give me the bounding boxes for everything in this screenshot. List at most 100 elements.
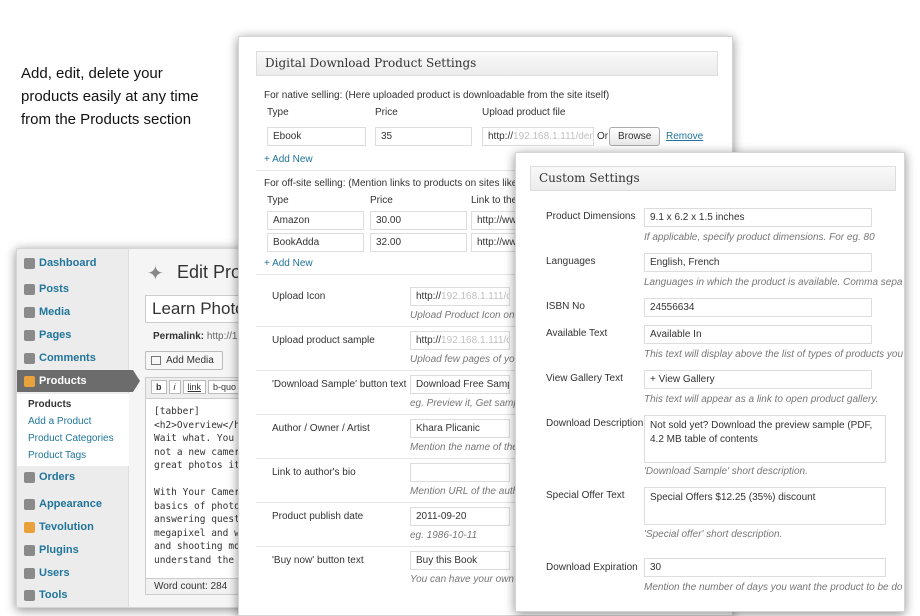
url-prefix: http:// <box>416 291 442 302</box>
available-text-hint: This text will display above the list of… <box>644 349 904 360</box>
media-icon <box>151 356 161 365</box>
col-upload: Upload product file <box>482 107 566 118</box>
available-text-input[interactable]: Available In <box>644 325 872 344</box>
menu-label: Tools <box>39 589 68 601</box>
wp-admin-screenshot: Dashboard Posts Media Pages Comments Pro… <box>16 248 266 608</box>
download-expiration-label: Download Expiration <box>546 562 638 573</box>
menu-orders[interactable]: Orders <box>17 466 129 488</box>
publish-date-input[interactable]: 2011-09-20 <box>410 507 510 526</box>
special-offer-input[interactable]: Special Offers $12.25 (35%) discount <box>644 487 886 525</box>
menu-pages[interactable]: Pages <box>17 324 129 346</box>
pushpin-icon: ✦ <box>147 263 164 285</box>
menu-posts[interactable]: Posts <box>17 278 129 300</box>
author-bio-input[interactable] <box>410 463 510 482</box>
caption-line: from the Products section <box>21 111 192 128</box>
upload-sample-input[interactable]: http://192.168.1.111/dem <box>410 331 510 350</box>
menu-plugins[interactable]: Plugins <box>17 539 129 561</box>
upload-sample-label: Upload product sample <box>272 335 375 346</box>
bold-button[interactable]: b <box>151 380 167 394</box>
menu-tevolution[interactable]: Tevolution <box>17 516 129 538</box>
offsite-price-input[interactable]: 30.00 <box>370 211 467 230</box>
star-icon <box>24 376 35 387</box>
italic-button[interactable]: i <box>168 380 181 394</box>
dimensions-input[interactable]: 9.1 x 6.2 x 1.5 inches <box>644 208 872 227</box>
link-button[interactable]: link <box>182 380 207 394</box>
col-type: Type <box>267 195 289 206</box>
media-icon <box>24 307 35 318</box>
blockquote-button[interactable]: b-quo <box>208 380 242 394</box>
custom-settings-panel: Custom Settings Product Dimensions 9.1 x… <box>515 152 905 612</box>
submenu-products[interactable]: Products <box>17 396 129 413</box>
native-file-url-input[interactable]: http://192.168.1.111/dem <box>482 127 594 146</box>
menu-products[interactable]: Products <box>17 370 140 392</box>
page-title: Edit Pro <box>177 262 242 282</box>
caption-line: products easily at any time <box>21 88 199 105</box>
submenu-add-product[interactable]: Add a Product <box>17 413 129 430</box>
author-input[interactable]: Khara Plicanic <box>410 419 510 438</box>
download-expiration-hint: Mention the number of days you want the … <box>644 582 903 593</box>
menu-users[interactable]: Users <box>17 562 129 584</box>
languages-hint: Languages in which the product is availa… <box>644 277 903 288</box>
url-prefix: http:// <box>488 131 514 142</box>
languages-label: Languages <box>546 256 596 267</box>
add-media-button[interactable]: Add Media <box>145 351 223 370</box>
offsite-price-input[interactable]: 32.00 <box>370 233 467 252</box>
download-description-hint: 'Download Sample' short description. <box>644 466 808 477</box>
sample-button-text-input[interactable]: Download Free Samp <box>410 375 510 394</box>
upload-icon-input[interactable]: http://192.168.1.111/dem <box>410 287 510 306</box>
panel-heading: Custom Settings <box>530 166 896 191</box>
offsite-type-input[interactable]: Amazon <box>267 211 364 230</box>
buy-now-label: 'Buy now' button text <box>272 555 364 566</box>
appearance-icon <box>24 499 35 510</box>
dashboard-icon <box>24 258 35 269</box>
author-bio-label: Link to author's bio <box>272 467 356 478</box>
add-new-offsite-link[interactable]: + Add New <box>264 258 313 269</box>
available-text-label: Available Text <box>546 328 608 339</box>
menu-label: Appearance <box>39 498 102 510</box>
dimensions-label: Product Dimensions <box>546 211 636 222</box>
author-hint: Mention the name of the a <box>410 442 527 453</box>
url-blurred: 192.168.1.111/dem <box>441 291 509 302</box>
menu-comments[interactable]: Comments <box>17 347 129 369</box>
publish-date-label: Product publish date <box>272 511 364 522</box>
col-type: Type <box>267 107 289 118</box>
download-description-label: Download Description <box>546 418 644 429</box>
menu-label: Tevolution <box>39 521 94 533</box>
tevolution-icon <box>24 522 35 533</box>
permalink: Permalink: http://192 <box>153 331 249 342</box>
menu-label: Media <box>39 306 71 318</box>
download-description-input[interactable]: Not sold yet? Download the preview sampl… <box>644 415 886 463</box>
publish-date-hint: eg. 1986-10-11 <box>410 530 478 541</box>
native-selling-note: For native selling: (Here uploaded produ… <box>264 90 610 101</box>
users-icon <box>24 568 35 579</box>
menu-dashboard[interactable]: Dashboard <box>17 252 129 274</box>
menu-appearance[interactable]: Appearance <box>17 493 129 515</box>
gallery-text-input[interactable]: + View Gallery <box>644 370 872 389</box>
sample-button-text-label: 'Download Sample' button text <box>272 379 407 390</box>
admin-sidebar: Dashboard Posts Media Pages Comments Pro… <box>17 249 140 607</box>
offsite-type-input[interactable]: BookAdda <box>267 233 364 252</box>
download-expiration-input[interactable]: 30 <box>644 558 886 577</box>
products-submenu: Products Add a Product Product Categorie… <box>17 394 129 466</box>
upload-sample-hint: Upload few pages of your <box>410 354 524 365</box>
gallery-text-label: View Gallery Text <box>546 373 623 384</box>
menu-media[interactable]: Media <box>17 301 129 323</box>
remove-link[interactable]: Remove <box>666 131 703 142</box>
submenu-product-categories[interactable]: Product Categories <box>17 430 129 447</box>
browse-button[interactable]: Browse <box>609 127 661 146</box>
panel-heading: Digital Download Product Settings <box>256 51 718 76</box>
native-type-input[interactable]: Ebook <box>267 127 366 146</box>
submenu-product-tags[interactable]: Product Tags <box>17 447 129 464</box>
languages-input[interactable]: English, French <box>644 253 872 272</box>
native-price-input[interactable]: 35 <box>375 127 472 146</box>
isbn-input[interactable]: 24556634 <box>644 298 872 317</box>
sample-button-text-hint: eg. Preview it, Get sample <box>410 398 527 409</box>
gallery-text-hint: This text will appear as a link to open … <box>644 394 879 405</box>
menu-tools[interactable]: Tools <box>17 584 129 606</box>
caption-line: Add, edit, delete your <box>21 65 163 82</box>
author-bio-hint: Mention URL of the author <box>410 486 528 497</box>
add-new-native-link[interactable]: + Add New <box>264 154 313 165</box>
url-prefix: http:// <box>416 335 442 346</box>
buy-now-input[interactable]: Buy this Book <box>410 551 510 570</box>
menu-label: Orders <box>39 471 76 483</box>
